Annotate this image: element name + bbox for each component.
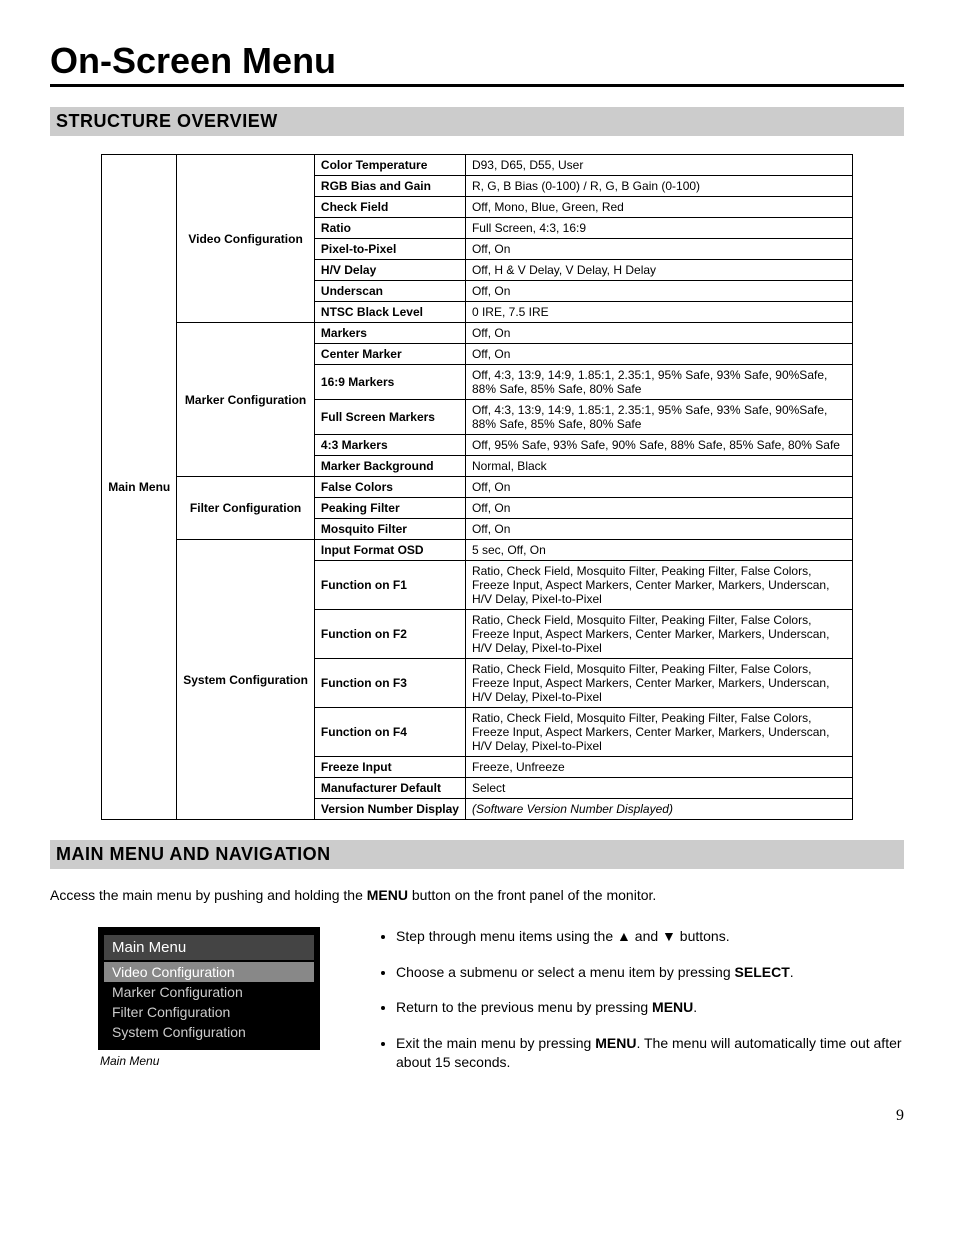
- menu-box-title: Main Menu: [104, 935, 314, 960]
- param-cell: Ratio: [314, 218, 465, 239]
- values-cell: R, G, B Bias (0-100) / R, G, B Gain (0-1…: [465, 176, 852, 197]
- values-cell: D93, D65, D55, User: [465, 155, 852, 176]
- param-cell: Markers: [314, 323, 465, 344]
- values-cell: Off, On: [465, 281, 852, 302]
- nav-intro: Access the main menu by pushing and hold…: [50, 887, 904, 903]
- param-cell: Check Field: [314, 197, 465, 218]
- menu-box-item: Video Configuration: [104, 962, 314, 982]
- menu-caption: Main Menu: [100, 1054, 320, 1068]
- menu-bold: MENU: [367, 887, 408, 903]
- list-item: Choose a submenu or select a menu item b…: [396, 963, 904, 983]
- values-cell: Off, Mono, Blue, Green, Red: [465, 197, 852, 218]
- param-cell: Version Number Display: [314, 799, 465, 820]
- param-cell: 16:9 Markers: [314, 365, 465, 400]
- param-cell: 4:3 Markers: [314, 435, 465, 456]
- table-row: Filter ConfigurationFalse ColorsOff, On: [102, 477, 853, 498]
- text: button on the front panel of the monitor…: [408, 887, 656, 903]
- param-cell: Center Marker: [314, 344, 465, 365]
- values-cell: Off, On: [465, 498, 852, 519]
- values-cell: Select: [465, 778, 852, 799]
- text: Step through menu items using the: [396, 928, 617, 944]
- group-cell: Marker Configuration: [177, 323, 315, 477]
- values-cell: Ratio, Check Field, Mosquito Filter, Pea…: [465, 610, 852, 659]
- group-cell: Video Configuration: [177, 155, 315, 323]
- param-cell: Peaking Filter: [314, 498, 465, 519]
- group-cell: System Configuration: [177, 540, 315, 820]
- menu-box-item: Filter Configuration: [104, 1002, 314, 1022]
- menu-bold: MENU: [652, 999, 693, 1015]
- param-cell: RGB Bias and Gain: [314, 176, 465, 197]
- main-menu-cell: Main Menu: [102, 155, 177, 820]
- param-cell: Manufacturer Default: [314, 778, 465, 799]
- text: Access the main menu by pushing and hold…: [50, 887, 367, 903]
- table-row: Marker ConfigurationMarkersOff, On: [102, 323, 853, 344]
- param-cell: Pixel-to-Pixel: [314, 239, 465, 260]
- param-cell: Input Format OSD: [314, 540, 465, 561]
- param-cell: Freeze Input: [314, 757, 465, 778]
- param-cell: Function on F1: [314, 561, 465, 610]
- text: Return to the previous menu by pressing: [396, 999, 652, 1015]
- table-row: System ConfigurationInput Format OSD5 se…: [102, 540, 853, 561]
- values-cell: Off, On: [465, 344, 852, 365]
- text: Exit the main menu by pressing: [396, 1035, 595, 1051]
- param-cell: H/V Delay: [314, 260, 465, 281]
- select-bold: SELECT: [735, 964, 790, 980]
- text: Choose a submenu or select a menu item b…: [396, 964, 735, 980]
- values-cell: Off, 95% Safe, 93% Safe, 90% Safe, 88% S…: [465, 435, 852, 456]
- group-cell: Filter Configuration: [177, 477, 315, 540]
- list-item: Step through menu items using the ▲ and …: [396, 927, 904, 947]
- values-cell: 5 sec, Off, On: [465, 540, 852, 561]
- values-cell: Full Screen, 4:3, 16:9: [465, 218, 852, 239]
- param-cell: Full Screen Markers: [314, 400, 465, 435]
- values-cell: Normal, Black: [465, 456, 852, 477]
- param-cell: Function on F2: [314, 610, 465, 659]
- section-structure-header: STRUCTURE OVERVIEW: [50, 107, 904, 136]
- values-cell: Off, On: [465, 323, 852, 344]
- menu-illustration: Main Menu Video Configuration Marker Con…: [98, 927, 320, 1050]
- values-cell: (Software Version Number Displayed): [465, 799, 852, 820]
- nav-steps-list: Step through menu items using the ▲ and …: [376, 927, 904, 1089]
- page-number: 9: [50, 1107, 904, 1125]
- values-cell: Off, 4:3, 13:9, 14:9, 1.85:1, 2.35:1, 95…: [465, 400, 852, 435]
- values-cell: Freeze, Unfreeze: [465, 757, 852, 778]
- text: .: [790, 964, 794, 980]
- table-row: Main MenuVideo ConfigurationColor Temper…: [102, 155, 853, 176]
- page-title: On-Screen Menu: [50, 40, 904, 87]
- section-nav-header: MAIN MENU AND NAVIGATION: [50, 840, 904, 869]
- param-cell: Function on F3: [314, 659, 465, 708]
- param-cell: Underscan: [314, 281, 465, 302]
- values-cell: Ratio, Check Field, Mosquito Filter, Pea…: [465, 659, 852, 708]
- values-cell: Ratio, Check Field, Mosquito Filter, Pea…: [465, 561, 852, 610]
- values-cell: Off, On: [465, 519, 852, 540]
- param-cell: Color Temperature: [314, 155, 465, 176]
- structure-table: Main MenuVideo ConfigurationColor Temper…: [101, 154, 853, 820]
- menu-box-item: Marker Configuration: [104, 982, 314, 1002]
- text: .: [693, 999, 697, 1015]
- values-cell: Off, H & V Delay, V Delay, H Delay: [465, 260, 852, 281]
- param-cell: False Colors: [314, 477, 465, 498]
- text: and: [631, 928, 662, 944]
- param-cell: Marker Background: [314, 456, 465, 477]
- values-cell: Off, On: [465, 477, 852, 498]
- up-arrow-icon: ▲: [617, 928, 631, 944]
- menu-box-item: System Configuration: [104, 1022, 314, 1042]
- values-cell: Off, 4:3, 13:9, 14:9, 1.85:1, 2.35:1, 95…: [465, 365, 852, 400]
- param-cell: Function on F4: [314, 708, 465, 757]
- values-cell: Off, On: [465, 239, 852, 260]
- menu-bold: MENU: [595, 1035, 636, 1051]
- down-arrow-icon: ▼: [662, 928, 676, 944]
- param-cell: Mosquito Filter: [314, 519, 465, 540]
- text: buttons.: [676, 928, 730, 944]
- list-item: Return to the previous menu by pressing …: [396, 998, 904, 1018]
- param-cell: NTSC Black Level: [314, 302, 465, 323]
- values-cell: Ratio, Check Field, Mosquito Filter, Pea…: [465, 708, 852, 757]
- list-item: Exit the main menu by pressing MENU. The…: [396, 1034, 904, 1073]
- values-cell: 0 IRE, 7.5 IRE: [465, 302, 852, 323]
